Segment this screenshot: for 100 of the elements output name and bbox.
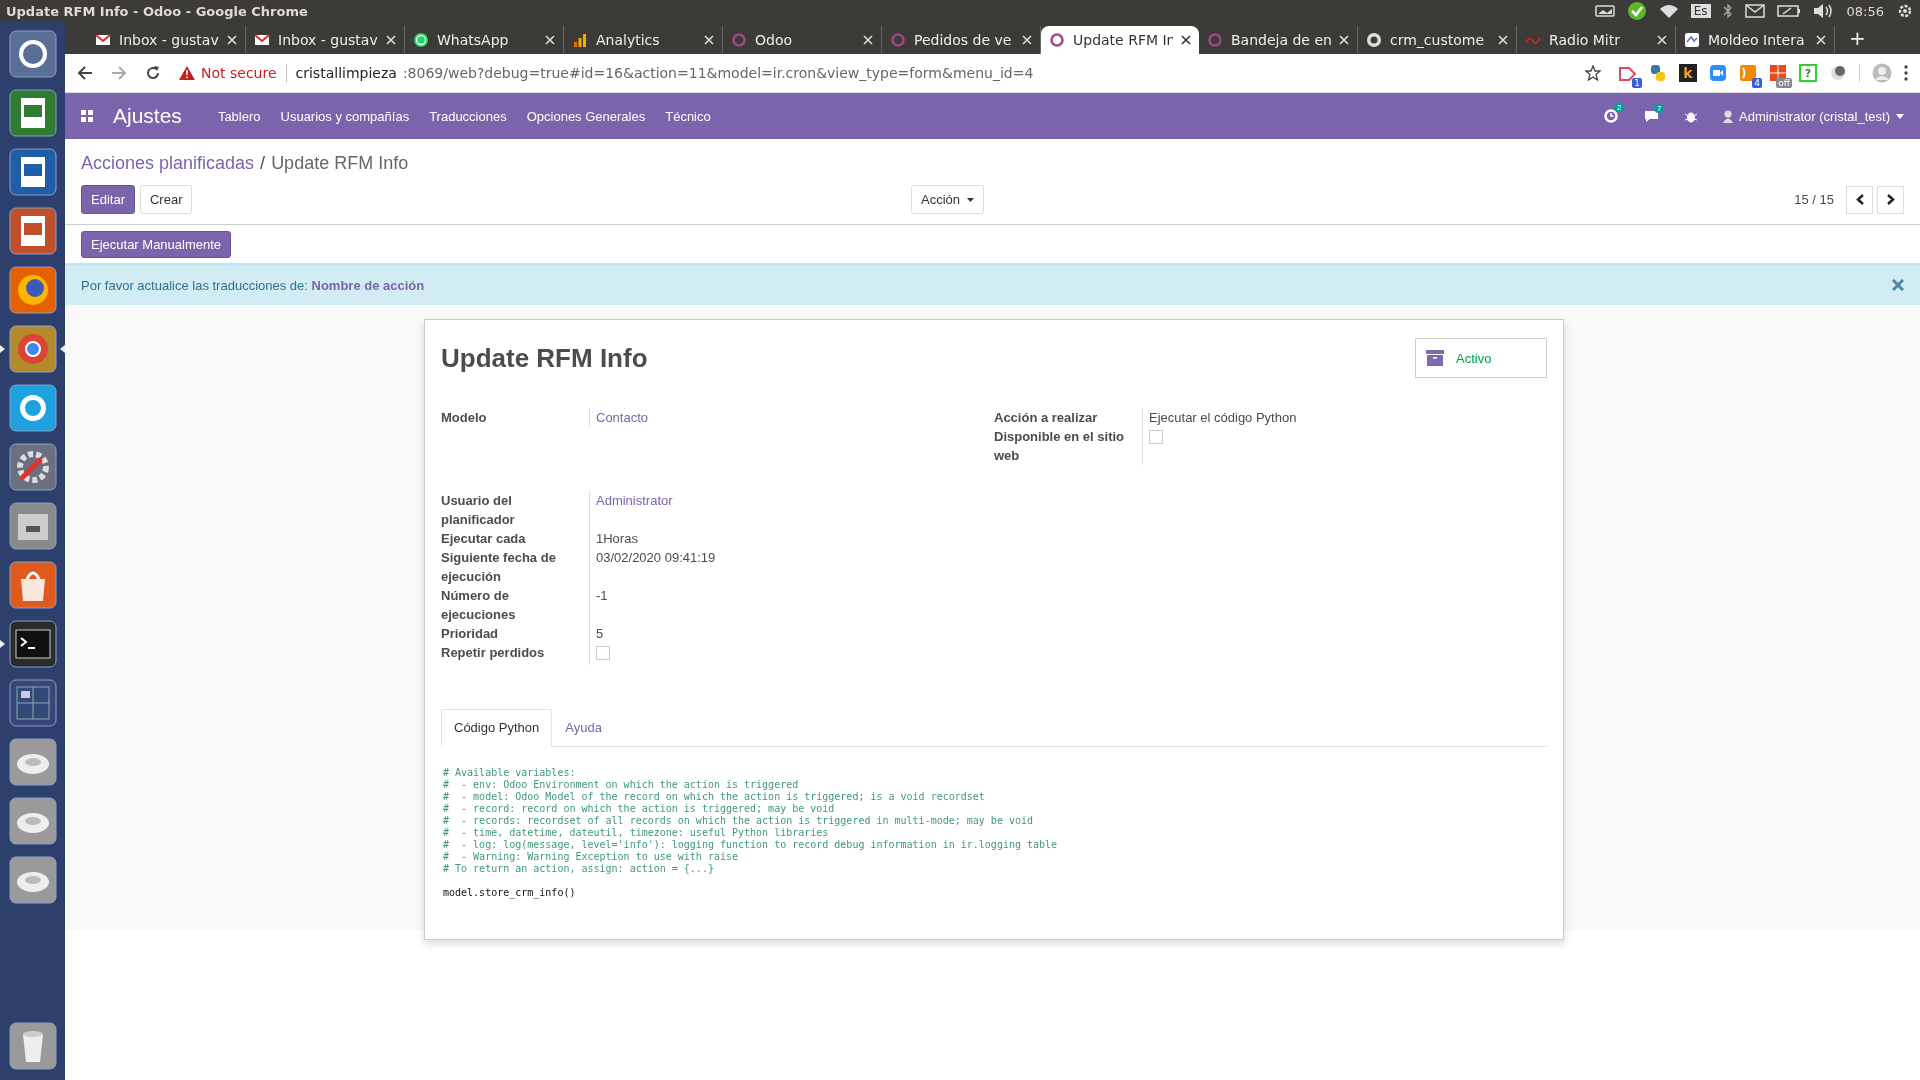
settings-icon[interactable] [1896, 2, 1914, 20]
field-value: -1 [596, 588, 608, 603]
code-comment: # - time, datetime, dateutil, timezone: useful Python libraries [443, 827, 830, 839]
menu-item[interactable]: Técnico [665, 108, 711, 124]
window-title: Update RFM Info - Odoo - Google Chrome [6, 3, 308, 19]
user-icon [1723, 109, 1733, 123]
address-bar[interactable]: Not secure cristallimpieza :8069/web?debug=true#id=16&action=11&model=ir.cron&view_type=form&menu_id=4 [179, 58, 1601, 88]
menu-item[interactable]: Usuarios y compañías [280, 108, 410, 124]
close-icon[interactable] [1181, 35, 1191, 45]
back-icon[interactable] [77, 65, 93, 81]
extension-badge: off [1776, 78, 1792, 88]
extension-button[interactable]: ? [1799, 64, 1817, 82]
code-comment: # - records: recordset of all records on which the action is triggered in multi-mode; may be void [443, 815, 1034, 827]
volume-icon[interactable] [1812, 3, 1835, 19]
moon-icon[interactable] [1829, 64, 1847, 82]
breadcrumb-link[interactable]: Acciones planificadas [81, 153, 255, 174]
form-tab[interactable]: Ayuda [552, 709, 615, 746]
pager-value: 15 / 15 [1794, 192, 1834, 207]
bluetooth-icon[interactable] [1722, 3, 1733, 19]
caret-icon [1896, 113, 1904, 119]
alert-message: Por favor actualice las traducciones de: Nombre de acción [81, 277, 425, 293]
caret-icon [967, 197, 975, 202]
apps-menu-icon[interactable] [81, 110, 93, 122]
browser-icon[interactable] [8, 325, 57, 373]
chevron-right-icon [1886, 194, 1895, 205]
document-icon[interactable] [8, 148, 57, 196]
archive-icon [1426, 350, 1444, 366]
activity-icon[interactable] [1604, 109, 1618, 123]
menu-item[interactable]: Tablero [217, 108, 261, 124]
field-link[interactable]: Contacto [596, 410, 649, 425]
message-count: 7 [1654, 103, 1665, 113]
field-value: Ejecutar el código Python [1149, 410, 1297, 425]
code-comment: # Available variables: [443, 767, 577, 779]
ring-icon [1049, 32, 1065, 48]
envelope-icon [254, 32, 270, 48]
drive-icon[interactable] [8, 856, 57, 904]
code-comment: # - model: Odoo Model of the record on which the action is triggered; is a void recordset [443, 791, 986, 803]
warning-icon [179, 66, 195, 80]
reload-icon[interactable] [145, 65, 161, 81]
terminal-icon[interactable] [8, 620, 57, 668]
field-label: Usuario del planificador [441, 491, 590, 529]
create-button[interactable]: Crear [139, 185, 193, 214]
camera-icon[interactable] [1709, 64, 1727, 82]
menu-item[interactable]: Traducciones [429, 108, 507, 124]
checkbox[interactable] [596, 646, 610, 660]
field-label: Modelo [441, 408, 590, 427]
form-tab[interactable]: Código Python [441, 709, 553, 747]
extension-badge: 1 [1632, 78, 1642, 88]
app-name[interactable]: Ajustes [113, 104, 182, 128]
previous-button[interactable] [1846, 185, 1873, 214]
workspace-icon[interactable] [8, 679, 57, 727]
next-button[interactable] [1877, 185, 1904, 214]
menu-item[interactable]: Opciones Generales [526, 108, 646, 124]
breadcrumb-separator: / [260, 153, 266, 174]
url-path: :8069/web?debug=true#id=16&action=11&model=ir.cron&view_type=form&menu_id=4 [402, 65, 1034, 81]
active-toggle-button[interactable]: Activo [1415, 338, 1547, 378]
drive-icon[interactable] [8, 797, 57, 845]
field-label: Disponible en el sitio web [994, 427, 1143, 465]
extension-badge: 4 [1752, 78, 1762, 88]
code-comment: # - log: log(message, level='info'): logging function to record debug information in ir.logging table [443, 839, 1059, 851]
checkbox[interactable] [1149, 430, 1163, 444]
drive-icon[interactable] [8, 738, 57, 786]
action-dropdown[interactable]: Acción [911, 185, 985, 214]
ring-icon [890, 32, 906, 48]
mail-icon[interactable] [1744, 4, 1765, 18]
code-comment: # - Warning: Warning Exception to use with raise [443, 851, 739, 863]
extension-button[interactable]: k [1679, 64, 1697, 82]
keyboard-layout[interactable]: Es [1690, 4, 1711, 18]
check-icon[interactable] [1626, 1, 1647, 21]
ring-icon [731, 32, 747, 48]
cabinet-icon[interactable] [8, 502, 57, 550]
code-line: model.store_crm_info() [443, 887, 577, 899]
code-comment: # - record: record on which the action is triggered; may be void [443, 803, 836, 815]
field-label: Repetir perdidos [441, 643, 590, 665]
presentation-icon[interactable] [8, 207, 57, 255]
bookmark-star-icon[interactable] [1585, 65, 1601, 81]
clock[interactable]: 08:56 [1846, 3, 1884, 19]
security-warning: Not secure [201, 65, 277, 81]
field-value: 1Horas [596, 531, 638, 546]
shopping-bag-icon[interactable] [8, 561, 57, 609]
battery-icon[interactable] [1776, 5, 1801, 17]
envelope-icon [95, 32, 111, 48]
record-title: Update RFM Info [441, 343, 648, 374]
field-value: 03/02/2020 09:41:19 [596, 550, 716, 565]
field-link[interactable]: Administrator [596, 493, 673, 508]
spreadsheet-icon[interactable] [8, 89, 57, 137]
code-comment: # - env: Odoo Environment on which the action is triggered [443, 779, 800, 791]
wifi-icon[interactable] [1658, 3, 1679, 19]
field-label: Prioridad [441, 624, 590, 643]
menu-icon[interactable] [1904, 65, 1908, 81]
ring-icon [1207, 32, 1223, 48]
field-label: Número de ejecuciones [441, 586, 590, 624]
chevron-left-icon [1855, 194, 1864, 205]
run-manually-button[interactable]: Ejecutar Manualmente [81, 231, 232, 258]
tag-icon[interactable] [1619, 64, 1637, 82]
circle-logo-icon[interactable] [8, 30, 57, 78]
edit-button[interactable]: Editar [81, 185, 135, 214]
user-menu[interactable]: Administrator (cristal_test) [1723, 108, 1904, 124]
trash-icon[interactable] [8, 1022, 57, 1070]
new-tab-button[interactable]: + [1849, 26, 1866, 50]
